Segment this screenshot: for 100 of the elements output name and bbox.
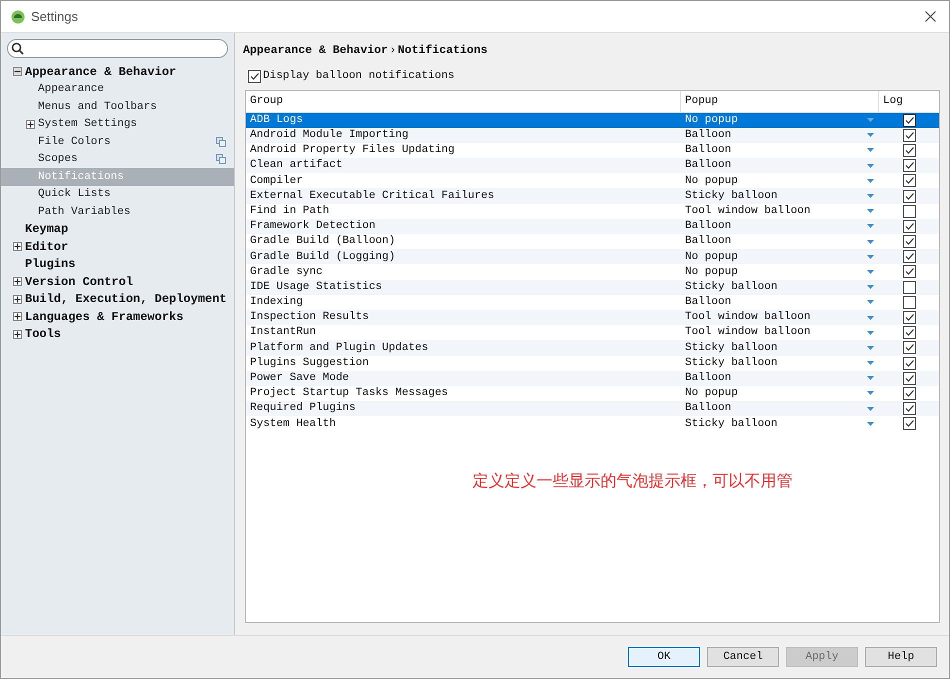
popup-dropdown[interactable]: Sticky balloon — [681, 354, 879, 372]
popup-dropdown[interactable]: Sticky balloon — [681, 340, 879, 356]
tree-item[interactable]: Path Variables — [1, 203, 234, 220]
tree-item[interactable]: Languages & Frameworks — [1, 308, 234, 326]
log-checkbox[interactable] — [902, 159, 916, 172]
column-header[interactable]: Log — [879, 90, 939, 112]
popup-dropdown[interactable]: Tool window balloon — [681, 324, 879, 341]
popup-dropdown[interactable]: Balloon — [681, 294, 879, 311]
popup-dropdown[interactable]: Sticky balloon — [681, 188, 879, 204]
tree-item[interactable]: Appearance & Behavior — [1, 63, 234, 80]
table-row[interactable]: Required Plugins Balloon — [246, 401, 939, 416]
popup-dropdown[interactable]: Balloon — [681, 127, 879, 144]
log-checkbox[interactable] — [902, 402, 916, 416]
log-checkbox[interactable] — [902, 114, 916, 127]
popup-dropdown[interactable]: No popup — [681, 385, 879, 402]
log-checkbox[interactable] — [902, 386, 916, 400]
popup-dropdown[interactable]: Sticky balloon — [681, 416, 879, 432]
log-checkbox[interactable] — [902, 250, 916, 264]
table-row[interactable]: Clean artifact Balloon — [246, 158, 939, 174]
popup-dropdown[interactable]: Tool window balloon — [681, 309, 879, 326]
log-checkbox[interactable] — [902, 280, 916, 294]
tree-item[interactable]: Build, Execution, Deployment — [1, 290, 234, 308]
log-checkbox[interactable] — [902, 296, 916, 309]
tree-item[interactable]: Tools — [1, 326, 234, 343]
log-checkbox[interactable] — [902, 326, 916, 340]
log-checkbox[interactable] — [902, 220, 916, 233]
table-cell-text: Find in Path — [249, 204, 330, 219]
log-checkbox[interactable] — [902, 190, 916, 203]
popup-dropdown[interactable]: Tool window balloon — [681, 202, 879, 220]
dropdown-arrow-icon — [867, 164, 874, 168]
popup-dropdown[interactable]: Balloon — [681, 233, 879, 250]
log-checkbox[interactable] — [902, 128, 916, 142]
log-checkbox[interactable] — [902, 265, 916, 278]
table-row[interactable]: External Executable Critical Failures Sticky balloon — [246, 188, 939, 204]
log-checkbox[interactable] — [902, 144, 916, 157]
table-row[interactable]: Gradle Build (Logging) No popup — [246, 249, 939, 264]
log-checkbox[interactable] — [902, 341, 916, 354]
dialog-button[interactable]: Help — [865, 647, 937, 667]
table-row[interactable]: Framework Detection Balloon — [246, 218, 939, 234]
log-checkbox[interactable] — [902, 417, 916, 430]
popup-dropdown[interactable]: Balloon — [681, 370, 879, 387]
tree-item[interactable]: Editor — [1, 238, 234, 256]
log-checkbox[interactable] — [902, 235, 916, 248]
breadcrumb-parent[interactable]: Appearance & Behavior — [243, 42, 388, 59]
table-row[interactable]: Inspection Results Tool window balloon — [246, 310, 939, 326]
tree-item-label: Appearance & Behavior — [25, 64, 176, 81]
popup-dropdown[interactable]: No popup — [681, 112, 879, 128]
search-field[interactable] — [7, 39, 228, 58]
tree-item[interactable]: Plugins — [1, 256, 234, 273]
collapse-icon[interactable] — [13, 67, 22, 76]
log-checkbox[interactable] — [902, 311, 916, 324]
tree-item[interactable]: Menus and Toolbars — [1, 98, 234, 116]
popup-dropdown[interactable]: Balloon — [681, 218, 879, 235]
checkbox-icon[interactable] — [248, 70, 261, 83]
dropdown-arrow-icon — [867, 194, 874, 198]
table-row[interactable]: Platform and Plugin Updates Sticky balloon — [246, 340, 939, 356]
expand-icon[interactable] — [13, 312, 22, 322]
tree-item[interactable]: Keymap — [1, 220, 234, 238]
table-row[interactable]: Compiler No popup — [246, 173, 939, 188]
table-row[interactable]: ADB Logs No popup — [246, 112, 939, 128]
tree-item[interactable]: Appearance — [1, 80, 234, 98]
column-header[interactable]: Popup — [681, 90, 879, 112]
table-row[interactable]: Android Module Importing Balloon — [246, 128, 939, 143]
popup-dropdown[interactable]: No popup — [681, 248, 879, 266]
column-header[interactable]: Group — [246, 90, 681, 112]
table-cell-text: Compiler — [249, 174, 304, 189]
table-row[interactable]: Power Save Mode Balloon — [246, 370, 939, 386]
log-checkbox[interactable] — [902, 372, 916, 385]
popup-dropdown[interactable]: Balloon — [681, 157, 879, 174]
table-cell-text: Gradle Build (Logging) — [249, 250, 396, 265]
dropdown-arrow-icon — [867, 148, 874, 152]
popup-dropdown[interactable]: Sticky balloon — [681, 278, 879, 296]
popup-dropdown[interactable]: Balloon — [681, 142, 879, 159]
popup-dropdown[interactable]: No popup — [681, 172, 879, 190]
expand-icon[interactable] — [13, 277, 22, 286]
tree-item[interactable]: System Settings — [1, 116, 234, 133]
tree-item[interactable]: Version Control — [1, 273, 234, 290]
expand-icon[interactable] — [13, 242, 22, 252]
annotation-text: 定义定义一些显示的气泡提示框，可以不用管 — [472, 470, 792, 492]
table-cell-text: Project Startup Tasks Messages — [249, 386, 450, 402]
expand-icon[interactable] — [13, 330, 22, 339]
popup-dropdown[interactable]: Balloon — [681, 400, 879, 417]
log-checkbox[interactable] — [902, 356, 916, 370]
table-row[interactable]: Plugins Suggestion Sticky balloon — [246, 356, 939, 371]
table-row[interactable]: Find in Path Tool window balloon — [246, 204, 939, 219]
expand-icon[interactable] — [26, 120, 35, 129]
table-cell-text: Platform and Plugin Updates — [249, 340, 430, 356]
dialog-button[interactable]: OK — [628, 647, 700, 667]
log-checkbox[interactable] — [902, 174, 916, 188]
expand-icon[interactable] — [13, 294, 22, 304]
tree-item[interactable]: Scopes — [1, 150, 234, 168]
dialog-button[interactable]: Cancel — [707, 647, 779, 667]
tree-item-label: Appearance — [38, 82, 104, 97]
table-row[interactable]: IDE Usage Statistics Sticky balloon — [246, 280, 939, 295]
popup-dropdown[interactable]: No popup — [681, 264, 879, 280]
log-checkbox[interactable] — [902, 204, 916, 218]
tree-item[interactable]: Quick Lists — [1, 186, 234, 203]
table-row[interactable]: InstantRun Tool window balloon — [246, 325, 939, 340]
display-balloon-checkbox[interactable]: Display balloon notifications — [248, 68, 454, 84]
tree-item[interactable]: File Colors — [1, 133, 234, 150]
